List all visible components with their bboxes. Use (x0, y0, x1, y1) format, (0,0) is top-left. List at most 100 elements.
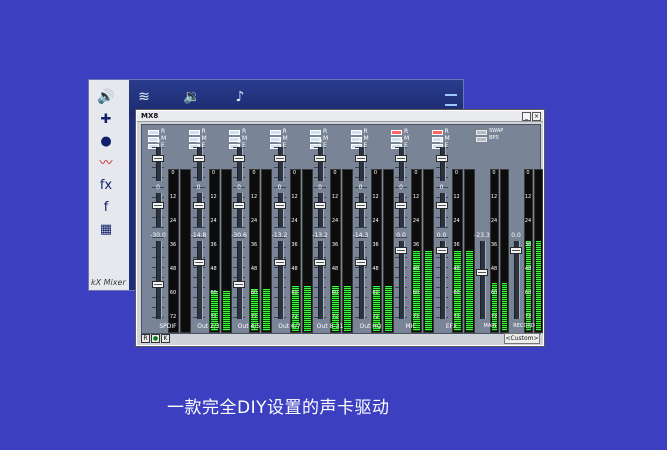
fader-knob[interactable] (152, 281, 164, 288)
fader-track[interactable] (156, 147, 162, 181)
fader-track[interactable] (196, 193, 203, 227)
fader-knob[interactable] (314, 155, 326, 162)
fader-knob[interactable] (314, 202, 326, 209)
title-bar[interactable]: MX8 _ × (137, 111, 543, 122)
channel-label: Out 6/7 (278, 323, 301, 330)
meter-scale-label: 0 (526, 170, 530, 176)
meter-scale-label: 36 (490, 242, 498, 248)
fader-knob[interactable] (435, 202, 448, 209)
fader-track[interactable] (277, 147, 284, 181)
fader-knob[interactable] (192, 259, 205, 266)
record-button[interactable]: ● (151, 334, 160, 343)
fader-knob[interactable] (314, 259, 326, 266)
speaker-note-icon[interactable]: ♪ (227, 86, 253, 108)
graph-icon[interactable]: 〰 (95, 154, 117, 174)
indicator-led (350, 130, 362, 135)
fader-knob[interactable] (233, 281, 245, 288)
indicator-letter: R (444, 128, 449, 135)
keyboard-icon[interactable]: ▦ (95, 220, 117, 240)
fader-knob[interactable] (395, 247, 407, 254)
channel-strip: R M E 0 0 -13.2 0 12 24 36 48 60 72 Out 6/7 (269, 125, 313, 333)
caption: 一款完全DIY设置的声卡驱动 (167, 398, 390, 418)
fader-value: -13.2 (312, 232, 328, 239)
network-icon[interactable]: ✚ (95, 110, 117, 130)
fx-icon[interactable]: fx (95, 176, 117, 196)
function-icon[interactable]: f (95, 198, 117, 218)
fader-track[interactable] (439, 193, 446, 227)
channel-strip: R M E 0 0 -30.0 0 12 24 36 48 60 72 SPDIF (148, 125, 191, 333)
meter-scale-label: 72 (372, 314, 379, 320)
fader-tick (192, 227, 205, 228)
close-button[interactable]: × (532, 112, 541, 121)
meter-scale-label: 12 (210, 194, 217, 200)
fader-track[interactable] (196, 147, 203, 181)
fader-track[interactable] (399, 147, 405, 181)
record-icon[interactable]: ● (95, 132, 117, 152)
fader-knob[interactable] (273, 259, 286, 266)
fader-knob[interactable] (233, 155, 245, 162)
fader-track[interactable] (237, 241, 243, 319)
fader-knob[interactable] (435, 247, 448, 254)
mx8-window: MX8 _ × R M E 0 0 -30.0 0 12 24 36 48 60 72 SPDIF R M E 0… (135, 109, 545, 347)
meter-scale-label: 60 (210, 290, 217, 296)
fader-track[interactable] (399, 193, 405, 227)
fader-track[interactable] (358, 147, 365, 181)
fader-knob[interactable] (273, 202, 286, 209)
meter-scale-label: 0 (292, 170, 297, 176)
indicator-led (188, 130, 200, 135)
meter-scale-label: 36 (412, 242, 420, 248)
fader-knob[interactable] (152, 155, 164, 162)
fader-track[interactable] (237, 147, 243, 181)
speaker-icon[interactable]: 🔊 (93, 86, 119, 108)
meter-scale-label: 48 (372, 266, 379, 272)
mixer-panel: R M E 0 0 -30.0 0 12 24 36 48 60 72 SPDIF R M E 0 0 -14.8 0 1… (141, 124, 543, 334)
fader-track[interactable] (318, 241, 324, 319)
fader-knob[interactable] (354, 259, 367, 266)
fader-knob[interactable] (273, 155, 286, 162)
equalizer-icon[interactable] (445, 94, 457, 106)
reset-button[interactable]: R (141, 334, 150, 343)
channel-strip: R M E 0 0 0.0 0 12 24 36 48 60 72 MIC (391, 125, 434, 333)
indicator-letter: R (323, 128, 328, 135)
fader-knob[interactable] (395, 155, 407, 162)
fader-value: -30.0 (150, 232, 166, 239)
fader-value: 0 (196, 138, 201, 145)
fader-knob[interactable] (510, 247, 522, 254)
fader-track[interactable] (277, 193, 284, 227)
meter-scale-label: 60 (524, 290, 532, 296)
fader-track[interactable] (277, 241, 284, 319)
fader-knob[interactable] (354, 155, 367, 162)
fader-track[interactable] (358, 193, 365, 227)
fader-track[interactable] (156, 193, 162, 227)
fader-knob[interactable] (395, 202, 407, 209)
fader-knob[interactable] (354, 202, 367, 209)
fader-track[interactable] (480, 241, 486, 319)
k-button[interactable]: K (161, 334, 170, 343)
meter-scale-label: 0 (252, 170, 256, 176)
sound-wave-icon[interactable]: ≋ (131, 86, 157, 108)
speaker-wave-icon[interactable]: 🔉 (179, 86, 205, 108)
meter-scale-label: 72 (453, 314, 460, 320)
fader-tick (435, 227, 448, 228)
fader-knob[interactable] (192, 155, 205, 162)
meter-scale-label: 12 (453, 194, 460, 200)
preset-select[interactable]: <Custom> (504, 333, 540, 344)
fader-knob[interactable] (152, 202, 164, 209)
fader-track[interactable] (237, 193, 243, 227)
channel-label: MIC (405, 323, 417, 330)
fader-track[interactable] (196, 241, 203, 319)
fader-track[interactable] (318, 147, 324, 181)
meter-scale-label: 36 (331, 242, 339, 248)
fader-knob[interactable] (192, 202, 205, 209)
fader-track[interactable] (156, 241, 162, 319)
minimize-button[interactable]: _ (522, 112, 531, 121)
fader-knob[interactable] (476, 269, 488, 276)
fader-track[interactable] (439, 147, 446, 181)
fader-track[interactable] (358, 241, 365, 319)
fader-track[interactable] (318, 193, 324, 227)
fader-value: 0 (318, 138, 322, 145)
meter-scale-label: 12 (250, 194, 258, 200)
fader-knob[interactable] (233, 202, 245, 209)
fader-knob[interactable] (435, 155, 448, 162)
channel-label: Out HQ (359, 323, 382, 330)
